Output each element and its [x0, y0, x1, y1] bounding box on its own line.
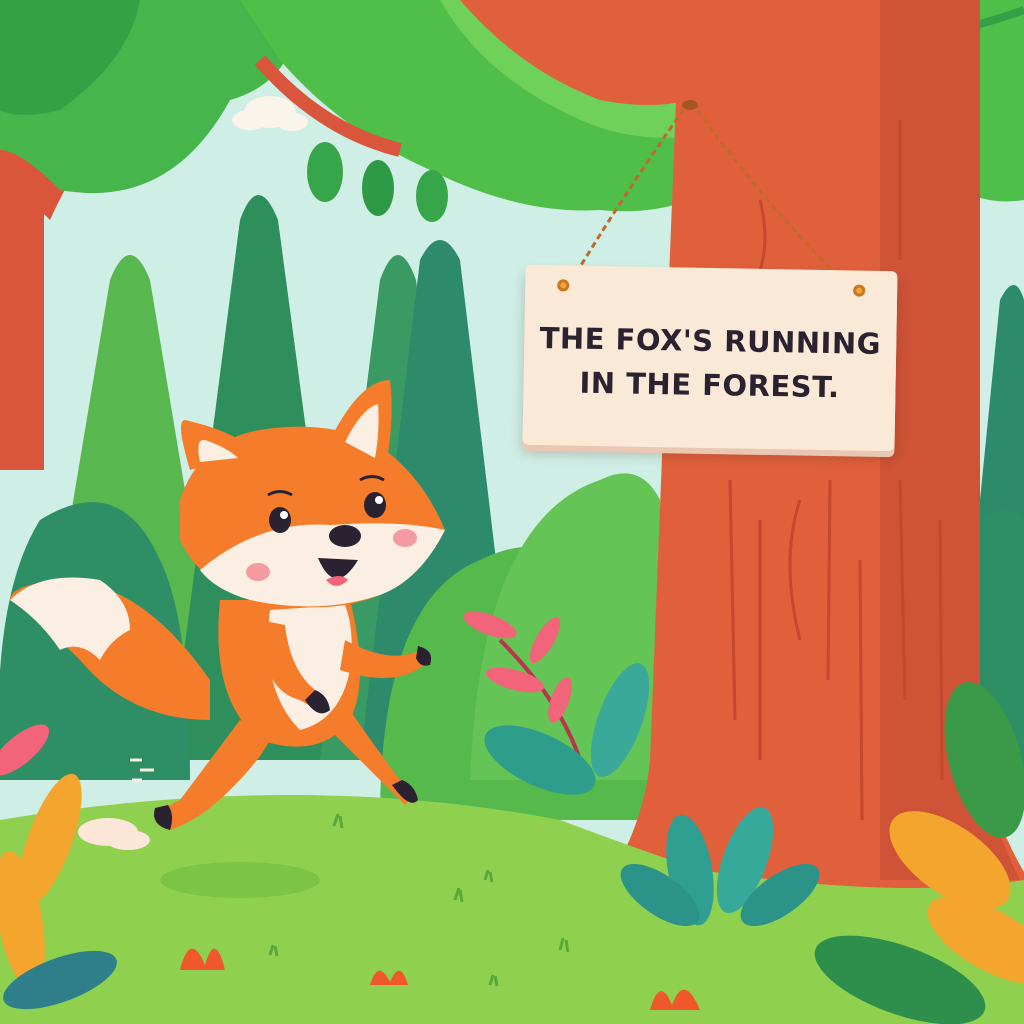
- scene-illustration: [0, 0, 1024, 1024]
- fox-cheek-left: [246, 563, 270, 581]
- sign-text-line-1: THE FOX'S RUNNING: [539, 321, 882, 361]
- hanging-leaf: [416, 170, 448, 222]
- hanging-sign: THE FOX'S RUNNING IN THE FOREST.: [522, 264, 898, 452]
- fox-eye-left: [269, 507, 291, 533]
- hanging-leaf: [362, 160, 394, 216]
- sign-hole-left: [557, 279, 570, 292]
- forest-scene: THE FOX'S RUNNING IN THE FOREST.: [0, 0, 1024, 1024]
- fox-eye-right: [364, 492, 386, 518]
- sign-text-line-2: IN THE FOREST.: [579, 365, 840, 405]
- sign-hole-right: [853, 284, 866, 297]
- fox-nose: [329, 525, 361, 547]
- grass-shadow: [160, 862, 320, 898]
- rope-knot: [682, 100, 698, 110]
- fox-cheek-right: [393, 529, 417, 547]
- hanging-leaf: [307, 142, 343, 202]
